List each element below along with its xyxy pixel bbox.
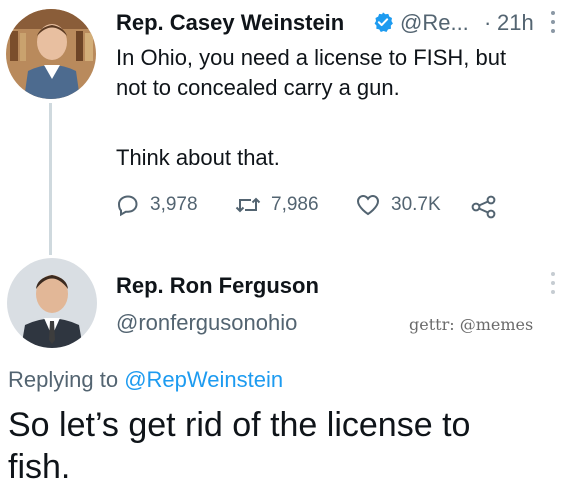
like-button[interactable]: 30.7K <box>355 190 441 220</box>
replying-to-line: Replying to @RepWeinstein <box>8 367 283 393</box>
reply-author-handle[interactable]: @ronfergusonohio <box>116 310 297 336</box>
replying-to-handle-link[interactable]: @RepWeinstein <box>124 367 283 392</box>
like-count: 30.7K <box>391 194 441 215</box>
retweet-button[interactable]: 7,986 <box>235 190 319 220</box>
reply-icon <box>117 195 138 217</box>
tweet-text-line: In Ohio, you need a license to FISH, but <box>116 45 507 70</box>
more-options-icon[interactable] <box>549 270 557 296</box>
share-button[interactable] <box>470 192 508 222</box>
thread-connector-line <box>49 103 52 255</box>
heart-icon <box>356 194 380 216</box>
ron-ferguson-avatar[interactable] <box>7 258 97 348</box>
tweet-author-handle[interactable]: @Re... <box>400 10 469 36</box>
tweet-text-line: Think about that. <box>116 145 280 170</box>
gettr-watermark: gettr: @memes <box>409 315 534 334</box>
tweet-author-name[interactable]: Rep. Casey Weinstein <box>116 10 344 36</box>
reply-author-name[interactable]: Rep. Ron Ferguson <box>116 273 319 299</box>
handle-time-separator: · <box>484 10 492 35</box>
reply-button[interactable]: 3,978 <box>116 190 198 220</box>
tweet-timestamp[interactable]: 21h <box>497 10 534 36</box>
share-icon <box>471 195 496 219</box>
tweet-text-line: not to concealed carry a gun. <box>116 75 400 100</box>
reply-count: 3,978 <box>150 194 198 215</box>
retweet-icon <box>235 197 261 213</box>
reply-text-line: fish. <box>8 448 71 486</box>
casey-weinstein-avatar[interactable] <box>6 9 96 99</box>
verified-badge-icon <box>374 12 393 32</box>
more-options-icon[interactable] <box>549 9 557 35</box>
reply-text-line: So let’s get rid of the license to <box>8 406 471 444</box>
replying-to-label: Replying to <box>8 367 119 392</box>
retweet-count: 7,986 <box>271 194 319 215</box>
